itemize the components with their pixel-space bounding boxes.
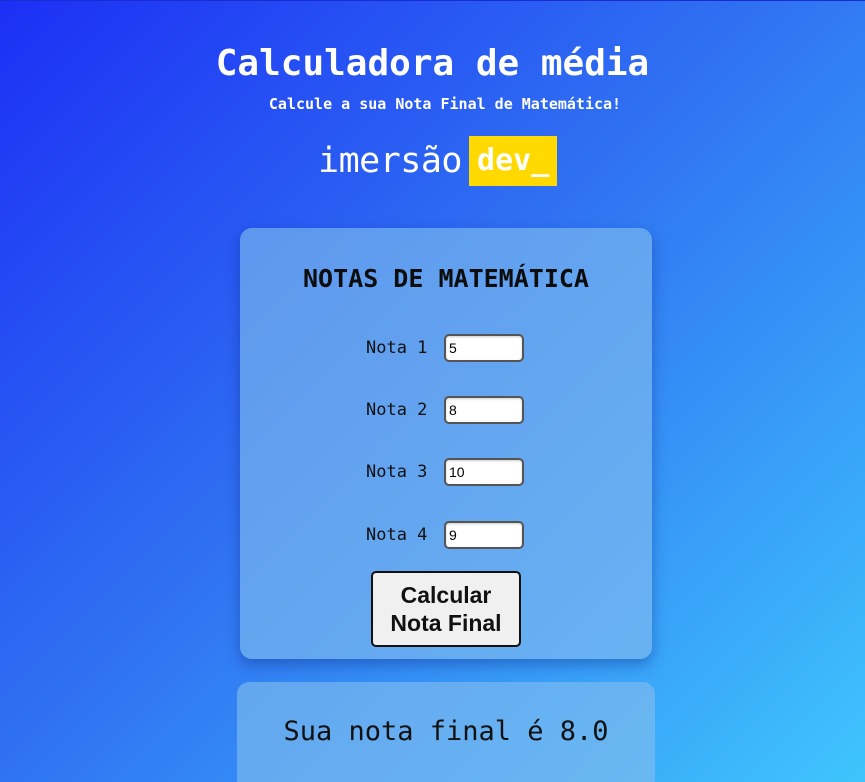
grade-label-2: Nota 2 <box>366 400 428 420</box>
grade-input-4[interactable] <box>444 521 524 549</box>
grade-input-1[interactable] <box>444 334 524 362</box>
brand-word: imersão <box>318 141 463 181</box>
final-grade-result: Sua nota final é 8.0 <box>283 716 609 747</box>
grade-input-2[interactable] <box>444 396 524 424</box>
calculate-button-line-2: Nota Final <box>390 610 502 636</box>
grade-label-1: Nota 1 <box>366 338 428 358</box>
grade-input-3[interactable] <box>444 458 524 486</box>
brand-logo: imersão dev_ <box>318 136 558 186</box>
grade-row-2: Nota 2 <box>366 396 524 424</box>
grade-row-4: Nota 4 <box>366 521 524 549</box>
grade-row-1: Nota 1 <box>366 334 524 362</box>
grade-label-3: Nota 3 <box>366 462 428 482</box>
grades-card-title: NOTAS DE MATEMÁTICA <box>303 264 589 293</box>
page-title: Calculadora de média <box>215 43 650 84</box>
calculate-button-line-1: Calcular <box>400 582 492 608</box>
page-subtitle: Calcule a sua Nota Final de Matemática! <box>268 95 622 113</box>
top-border-line <box>0 0 865 1</box>
grade-row-3: Nota 3 <box>366 458 524 486</box>
calculate-final-grade-button[interactable]: Calcular Nota Final <box>371 571 521 647</box>
grade-label-4: Nota 4 <box>366 525 428 545</box>
brand-tag: dev_ <box>469 136 558 186</box>
